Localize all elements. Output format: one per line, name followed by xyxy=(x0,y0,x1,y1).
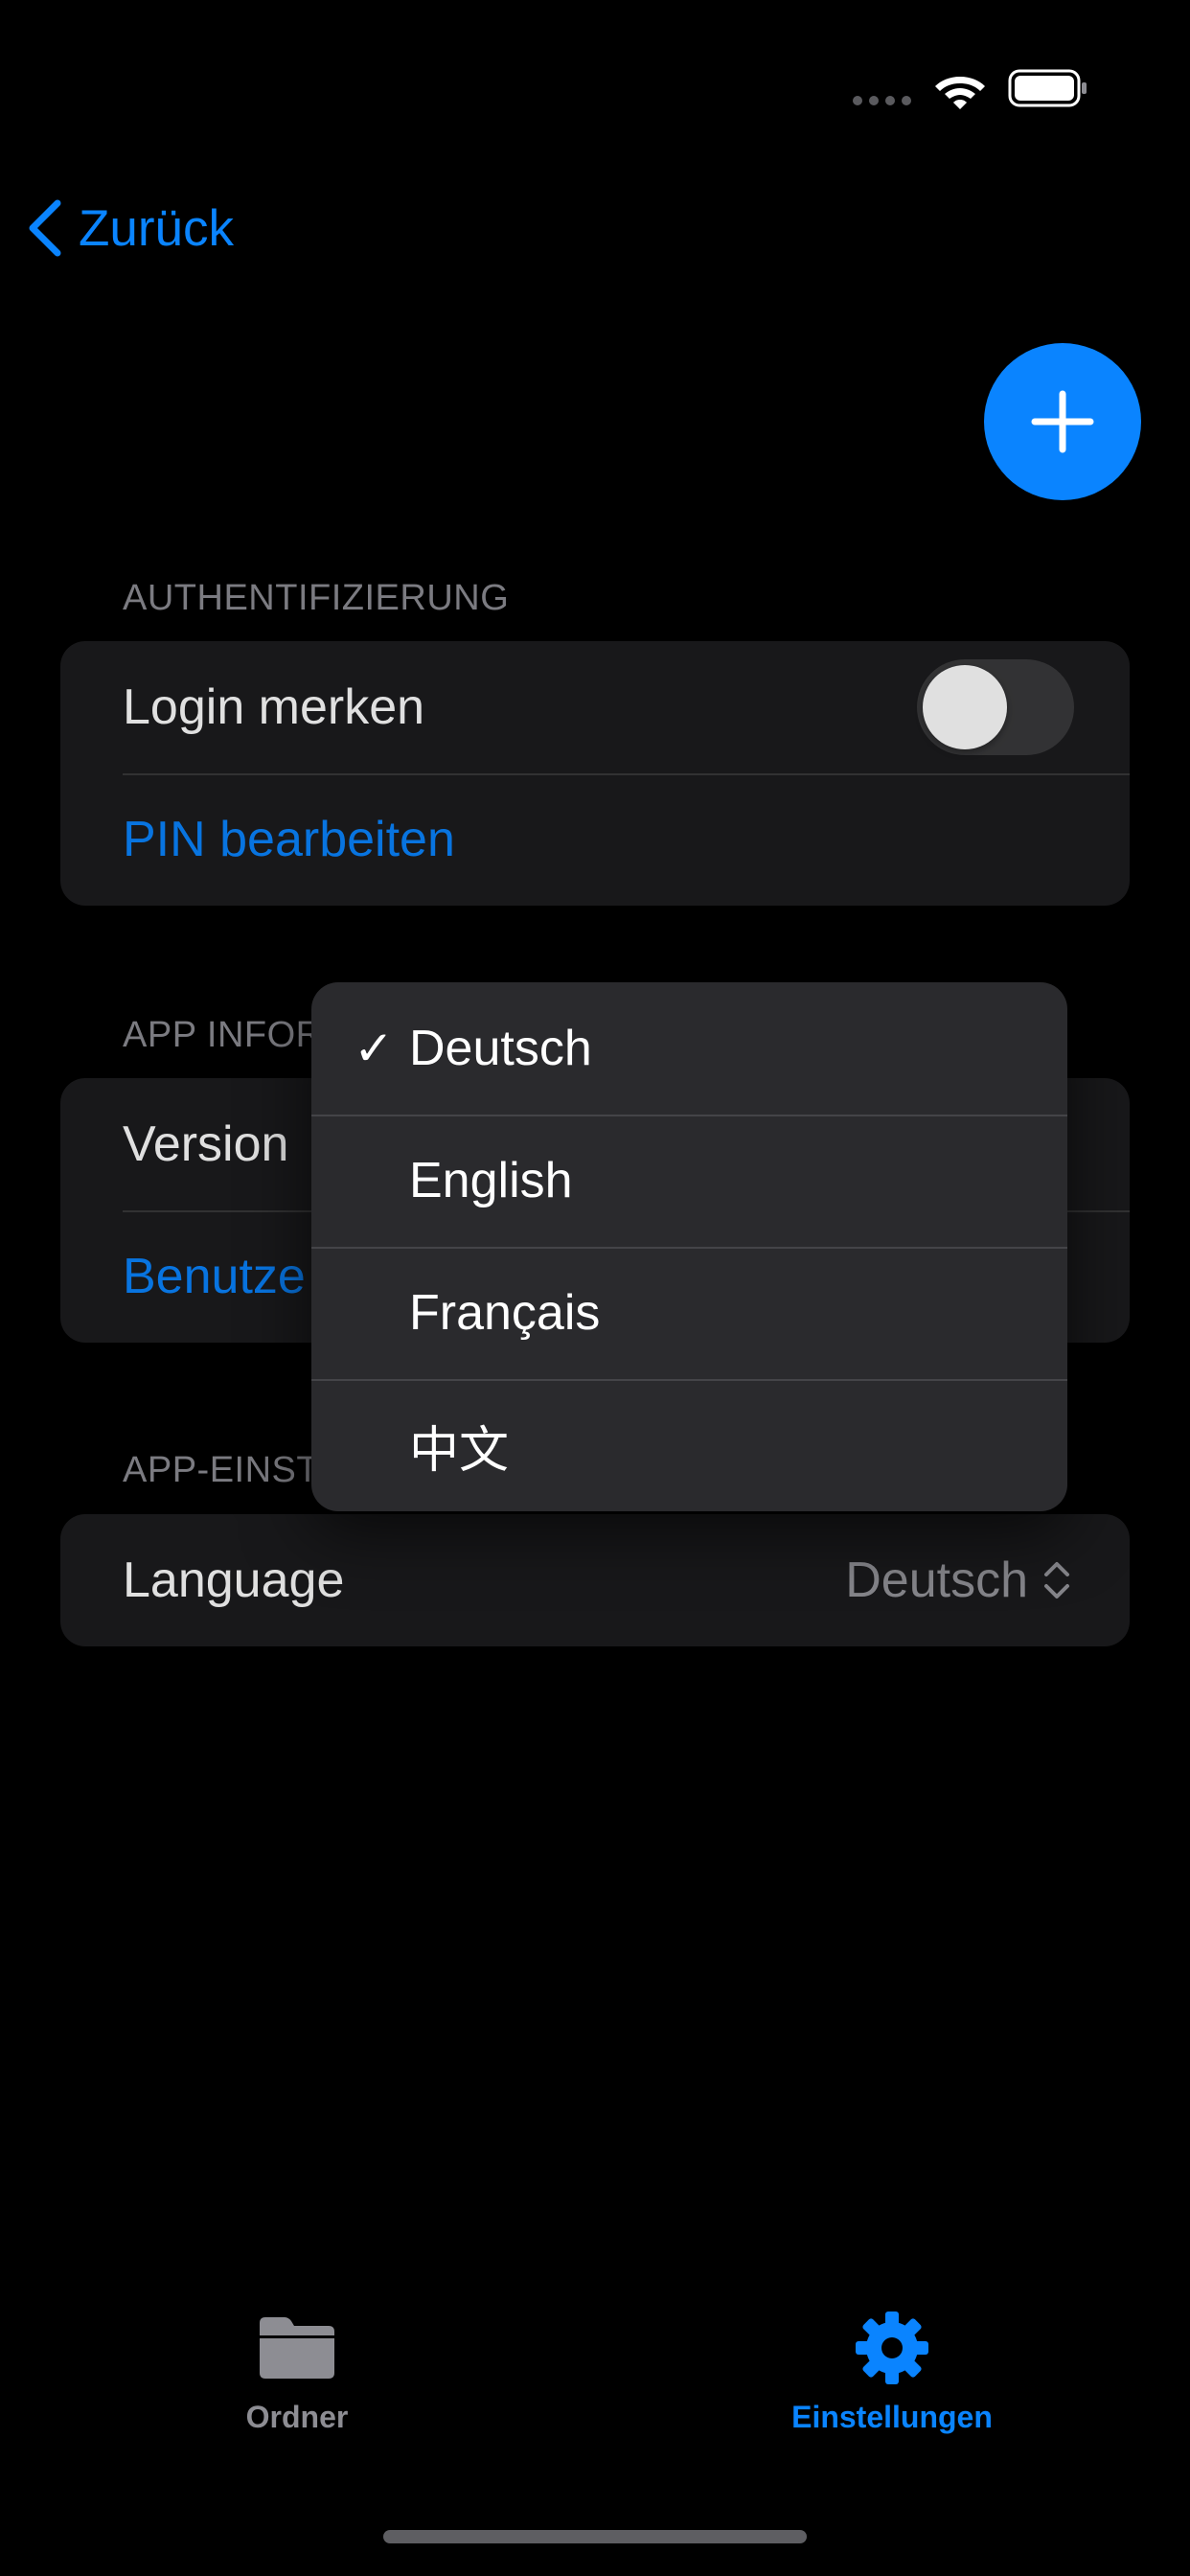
language-menu: ✓ Deutsch English Français 中文 xyxy=(311,982,1067,1511)
language-label: Language xyxy=(123,1552,345,1608)
language-option-francais[interactable]: Français xyxy=(311,1247,1067,1379)
language-option-label: 中文 xyxy=(409,1422,510,1479)
plus-icon xyxy=(1031,390,1094,453)
add-button[interactable] xyxy=(984,343,1141,500)
app-settings-section-header: APP-EINST xyxy=(123,1450,320,1490)
language-value: Deutsch xyxy=(845,1552,1028,1608)
language-option-label: Deutsch xyxy=(409,1021,592,1076)
tab-label: Einstellungen xyxy=(791,2400,993,2434)
folder-icon xyxy=(260,2317,334,2379)
chevron-up-down-icon xyxy=(1044,1562,1069,1598)
language-option-english[interactable]: English xyxy=(311,1115,1067,1247)
remember-login-toggle[interactable] xyxy=(917,659,1074,755)
tab-ordner[interactable]: Ordner xyxy=(144,2310,450,2435)
language-option-chinese[interactable]: 中文 xyxy=(311,1379,1067,1511)
language-option-label: English xyxy=(409,1153,573,1208)
remember-login-label: Login merken xyxy=(123,679,425,735)
gear-icon xyxy=(856,2312,928,2384)
checkmark-icon: ✓ xyxy=(354,1022,394,1075)
language-option-label: Français xyxy=(409,1285,601,1341)
language-picker[interactable]: Deutsch xyxy=(845,1552,1074,1609)
edit-pin-row[interactable]: PIN bearbeiten xyxy=(60,773,1130,906)
back-label: Zurück xyxy=(79,199,234,257)
cellular-signal-icon xyxy=(853,96,911,105)
language-row[interactable]: Language Deutsch xyxy=(60,1514,1130,1646)
status-bar xyxy=(0,0,1190,182)
app-info-section-header: APP INFOR xyxy=(123,1015,323,1055)
back-button[interactable]: Zurück xyxy=(23,192,234,264)
tab-bar: Ordner Einstellungen xyxy=(0,2310,1190,2501)
wifi-icon xyxy=(935,77,985,109)
edit-pin-link[interactable]: PIN bearbeiten xyxy=(123,811,1074,868)
authentication-card: Login merken PIN bearbeiten xyxy=(60,641,1130,906)
home-indicator xyxy=(383,2530,807,2543)
battery-icon xyxy=(1008,69,1087,107)
authentication-section-header: AUTHENTIFIZIERUNG xyxy=(123,578,510,618)
toggle-knob xyxy=(923,665,1007,749)
language-option-deutsch[interactable]: ✓ Deutsch xyxy=(311,982,1067,1115)
tab-einstellungen[interactable]: Einstellungen xyxy=(739,2310,1045,2435)
app-settings-card: Language Deutsch xyxy=(60,1514,1130,1646)
tab-label: Ordner xyxy=(245,2400,349,2434)
remember-login-row: Login merken xyxy=(60,641,1130,773)
chevron-left-icon xyxy=(29,199,61,257)
